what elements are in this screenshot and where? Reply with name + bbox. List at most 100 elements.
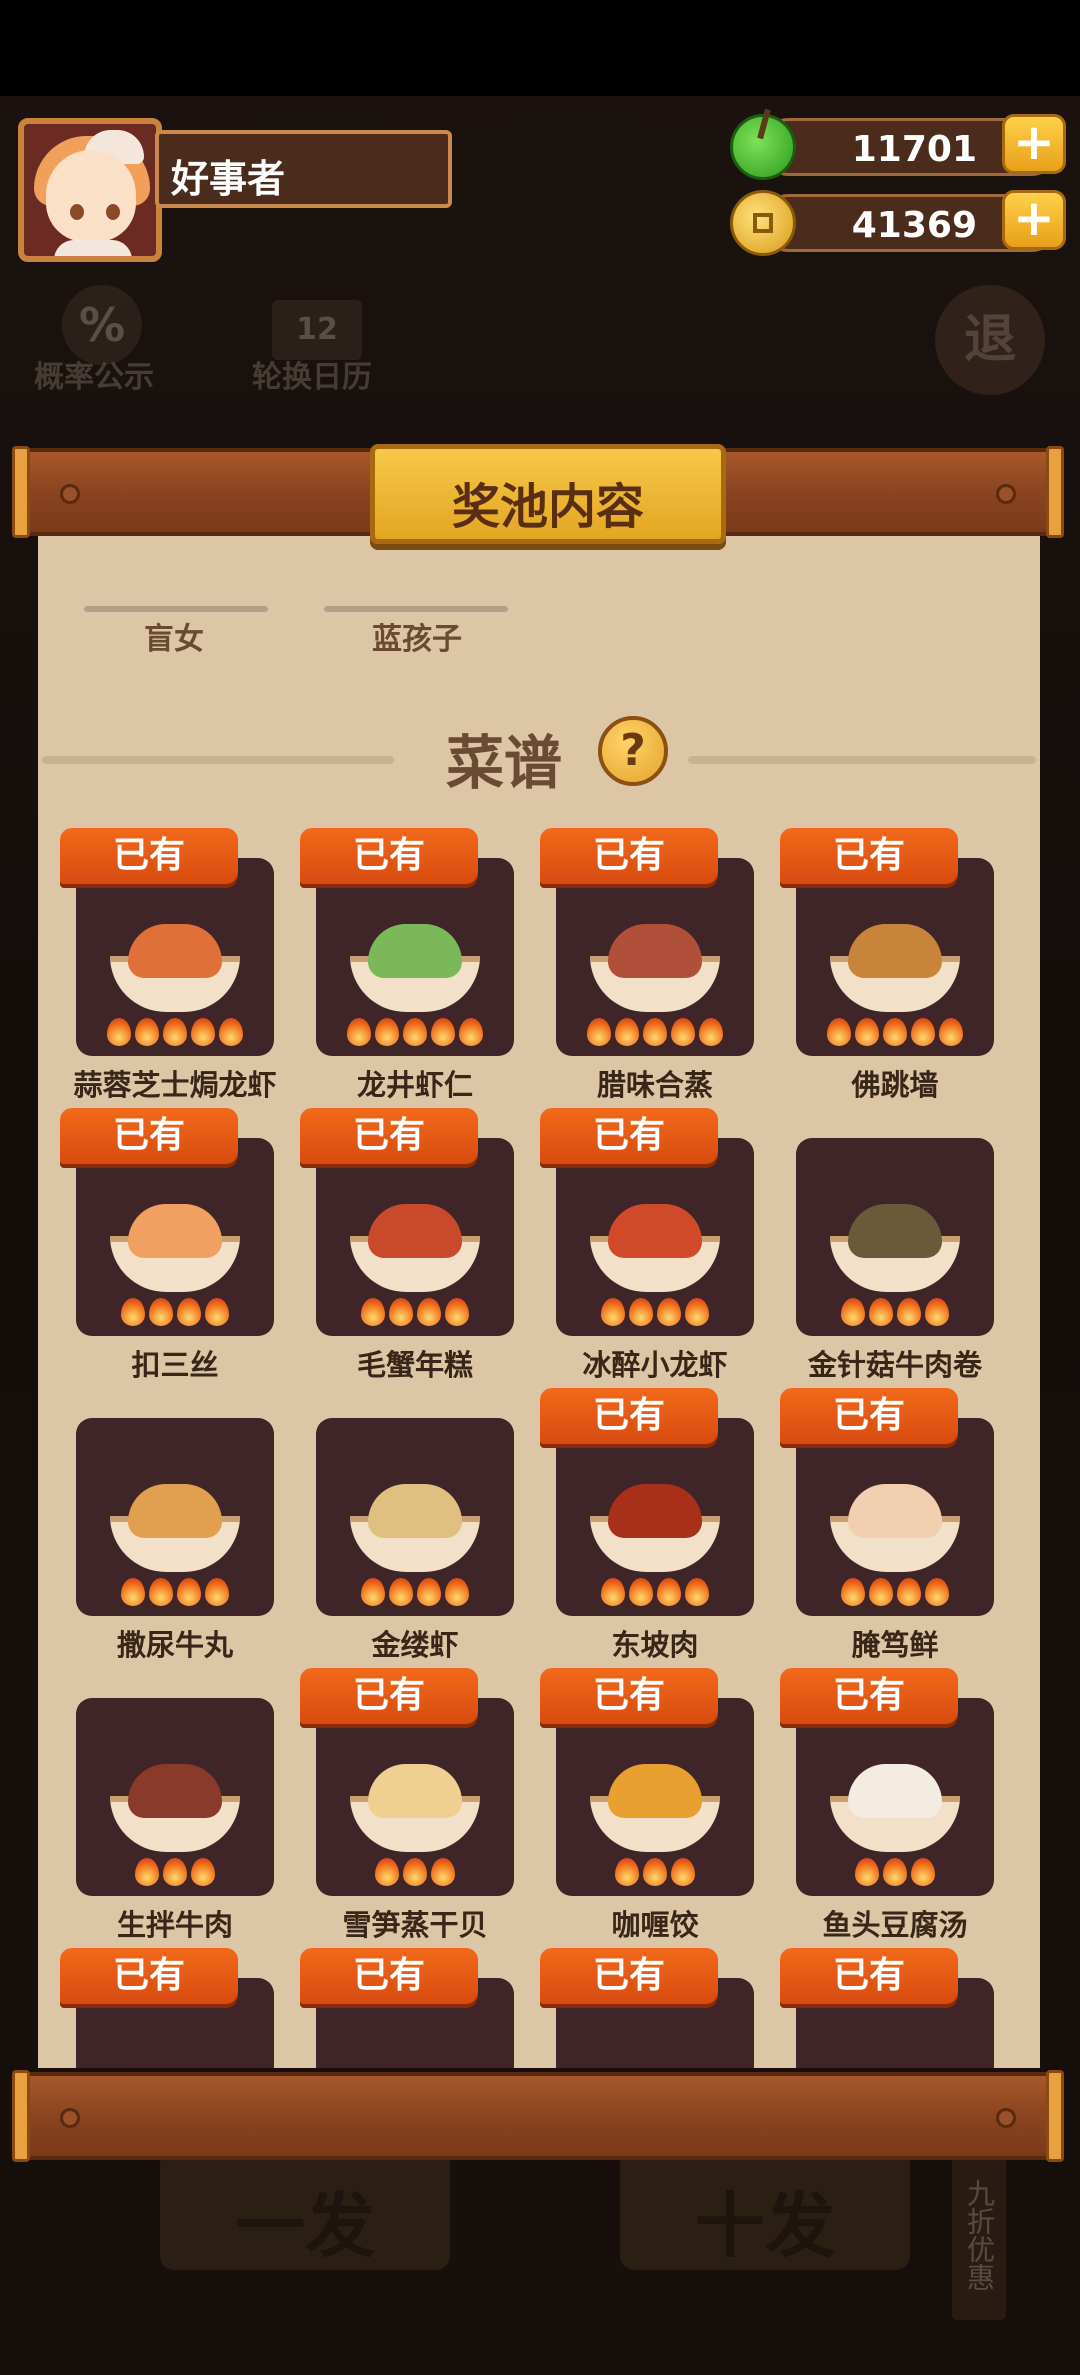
dish-image bbox=[350, 920, 480, 1012]
flame-icon bbox=[883, 1018, 907, 1046]
recipe-name: 金缕虾 bbox=[371, 1628, 459, 1662]
flame-icon bbox=[121, 1298, 145, 1326]
recipe-card[interactable] bbox=[556, 1418, 754, 1616]
prize-pool-paper[interactable]: 盲女 蓝孩子 菜谱 ? 已有 蒜蓉芝士焗龙虾 已有 龙井虾仁 已有 腊味合蒸 已有 佛跳墙 已有… bbox=[38, 528, 1040, 2068]
recipe-name: 腌笃鲜 bbox=[851, 1628, 939, 1662]
flame-icon bbox=[685, 1298, 709, 1326]
flame-icon bbox=[121, 1578, 145, 1606]
flame-icon bbox=[205, 1298, 229, 1326]
recipe-name: 雪笋蒸干贝 bbox=[342, 1908, 488, 1942]
add-gold-currency-button[interactable]: + bbox=[1002, 190, 1066, 250]
character-card-edge bbox=[84, 606, 268, 612]
recipe-card[interactable] bbox=[556, 1138, 754, 1336]
owned-badge: 已有 bbox=[540, 1108, 718, 1164]
recipe-card[interactable] bbox=[556, 858, 754, 1056]
recipe-card[interactable] bbox=[76, 1138, 274, 1336]
rarity-flames bbox=[316, 1578, 514, 1610]
scroll-bottom-rod bbox=[12, 2070, 1064, 2162]
recipe-card[interactable] bbox=[796, 858, 994, 1056]
recipe-name: 佛跳墙 bbox=[851, 1068, 939, 1102]
recipe-card[interactable] bbox=[796, 1418, 994, 1616]
flame-icon bbox=[657, 1298, 681, 1326]
flame-icon bbox=[643, 1018, 667, 1046]
owned-badge: 已有 bbox=[540, 1668, 718, 1724]
recipe-name: 东坡肉 bbox=[611, 1628, 699, 1662]
recipe-card[interactable] bbox=[796, 1698, 994, 1896]
recipe-card[interactable] bbox=[76, 858, 274, 1056]
recipe-card[interactable] bbox=[76, 1698, 274, 1896]
flame-icon bbox=[219, 1018, 243, 1046]
gold-amount: 41369 bbox=[851, 205, 977, 246]
recipe-name: 蒜蓉芝士焗龙虾 bbox=[73, 1068, 277, 1102]
flame-icon bbox=[827, 1018, 851, 1046]
flame-icon bbox=[389, 1298, 413, 1326]
flame-icon bbox=[191, 1858, 215, 1886]
owned-badge: 已有 bbox=[780, 1388, 958, 1444]
recipe-card[interactable] bbox=[316, 1138, 514, 1336]
flame-icon bbox=[911, 1858, 935, 1886]
flame-icon bbox=[149, 1578, 173, 1606]
recipe-card[interactable] bbox=[76, 1418, 274, 1616]
flame-icon bbox=[897, 1298, 921, 1326]
recipe-name: 金针菇牛肉卷 bbox=[807, 1348, 982, 1382]
flame-icon bbox=[107, 1018, 131, 1046]
flame-icon bbox=[883, 1858, 907, 1886]
add-green-currency-button[interactable]: + bbox=[1002, 114, 1066, 174]
panel-title-plate: 奖池内容 bbox=[370, 444, 726, 544]
flame-icon bbox=[417, 1298, 441, 1326]
rarity-flames bbox=[796, 1578, 994, 1610]
flame-icon bbox=[459, 1018, 483, 1046]
green-fruit-icon bbox=[730, 108, 796, 180]
recipe-card[interactable] bbox=[316, 1418, 514, 1616]
recipe-card[interactable] bbox=[796, 1138, 994, 1336]
recipe-name: 腊味合蒸 bbox=[596, 1068, 713, 1102]
player-name: 好事者 bbox=[171, 157, 286, 201]
recipe-card[interactable] bbox=[556, 1698, 754, 1896]
dish-image bbox=[590, 1200, 720, 1292]
flame-icon bbox=[177, 1298, 201, 1326]
rarity-flames bbox=[316, 1018, 514, 1050]
status-bar bbox=[0, 0, 1080, 96]
owned-badge: 已有 bbox=[300, 1948, 478, 2004]
dish-image bbox=[590, 1760, 720, 1852]
flame-icon bbox=[445, 1578, 469, 1606]
flame-icon bbox=[445, 1298, 469, 1326]
recipe-name: 扣三丝 bbox=[131, 1348, 219, 1382]
recipes-section-title: 菜谱 bbox=[446, 729, 563, 797]
recipe-name: 冰醉小龙虾 bbox=[582, 1348, 728, 1382]
help-button[interactable]: ? bbox=[598, 716, 668, 786]
owned-badge: 已有 bbox=[60, 828, 238, 884]
rarity-flames bbox=[76, 1298, 274, 1330]
owned-badge: 已有 bbox=[60, 1948, 238, 2004]
owned-badge: 已有 bbox=[60, 1108, 238, 1164]
rarity-flames bbox=[76, 1858, 274, 1890]
recipe-name: 撒尿牛丸 bbox=[116, 1628, 233, 1662]
flame-icon bbox=[841, 1298, 865, 1326]
dish-image bbox=[830, 920, 960, 1012]
flame-icon bbox=[375, 1858, 399, 1886]
player-avatar[interactable] bbox=[18, 118, 162, 262]
owned-badge: 已有 bbox=[780, 1948, 958, 2004]
flame-icon bbox=[911, 1018, 935, 1046]
dish-image bbox=[110, 1760, 240, 1852]
recipe-card[interactable] bbox=[316, 858, 514, 1056]
rarity-flames bbox=[796, 1298, 994, 1330]
flame-icon bbox=[629, 1578, 653, 1606]
flame-icon bbox=[191, 1018, 215, 1046]
recipe-card[interactable] bbox=[316, 1698, 514, 1896]
flame-icon bbox=[163, 1018, 187, 1046]
flame-icon bbox=[431, 1858, 455, 1886]
rarity-flames bbox=[796, 1018, 994, 1050]
panel-title: 奖池内容 bbox=[451, 479, 644, 535]
flame-icon bbox=[869, 1298, 893, 1326]
flame-icon bbox=[671, 1858, 695, 1886]
dish-image bbox=[830, 1760, 960, 1852]
flame-icon bbox=[657, 1578, 681, 1606]
flame-icon bbox=[685, 1578, 709, 1606]
flame-icon bbox=[403, 1858, 427, 1886]
gold-coin-icon bbox=[730, 190, 796, 256]
flame-icon bbox=[869, 1578, 893, 1606]
flame-icon bbox=[149, 1298, 173, 1326]
flame-icon bbox=[417, 1578, 441, 1606]
flame-icon bbox=[615, 1858, 639, 1886]
